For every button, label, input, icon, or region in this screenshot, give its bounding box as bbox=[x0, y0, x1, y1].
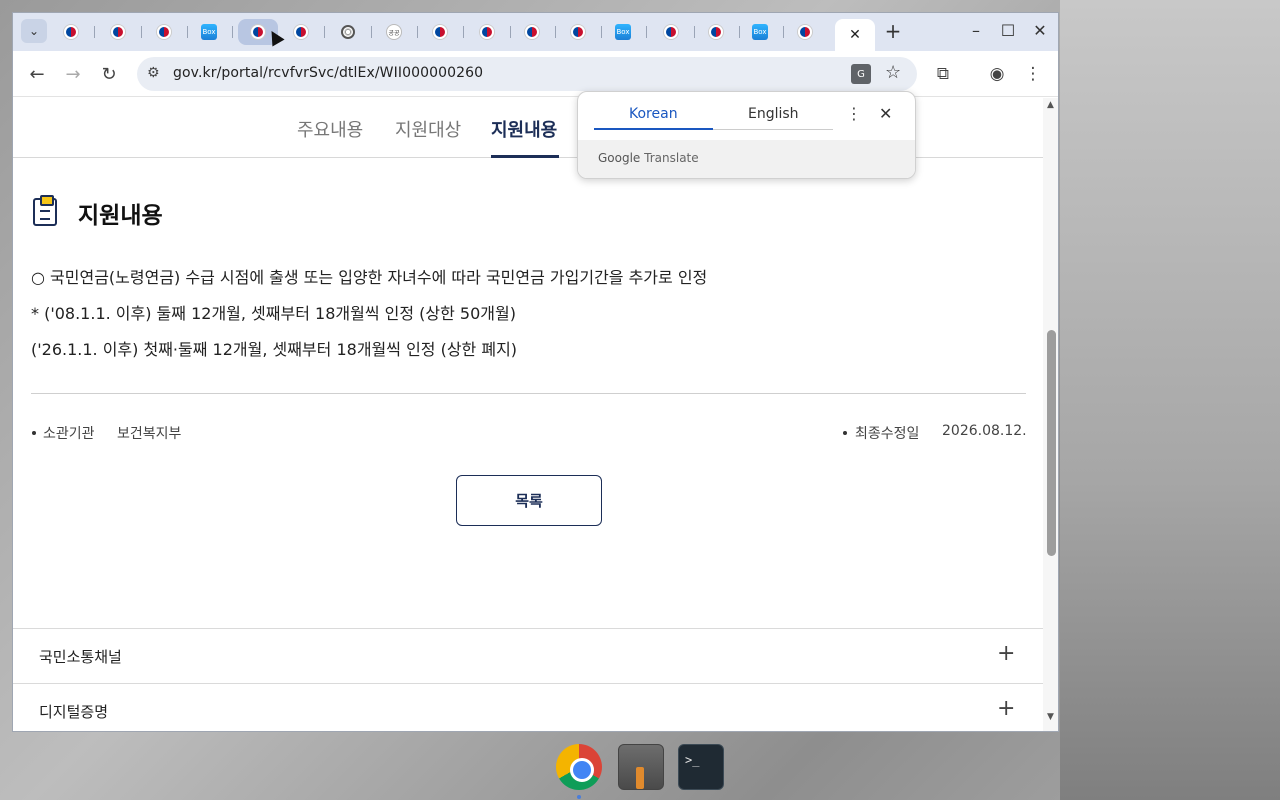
round-favicon-icon: 공공 bbox=[386, 24, 402, 40]
maximize-button[interactable]: ☐ bbox=[999, 21, 1017, 41]
browser-tab[interactable] bbox=[144, 19, 188, 45]
scroll-down-icon[interactable]: ▼ bbox=[1047, 712, 1054, 722]
desktop-background bbox=[1060, 0, 1280, 800]
menu-icon[interactable]: ⋮ bbox=[1021, 62, 1045, 86]
browser-tab[interactable] bbox=[785, 19, 825, 45]
gov-favicon-icon bbox=[525, 25, 539, 39]
footer-label: 디지털증명 bbox=[39, 703, 109, 721]
gov-favicon-icon bbox=[571, 25, 585, 39]
bookmark-star-icon[interactable]: ☆ bbox=[885, 62, 901, 83]
chevron-down-icon: ⌄ bbox=[28, 24, 40, 38]
browser-tab[interactable]: Box bbox=[189, 19, 233, 45]
gov-favicon-icon bbox=[64, 25, 78, 39]
plus-icon[interactable]: + bbox=[997, 697, 1015, 721]
active-tab-indicator bbox=[491, 155, 559, 158]
plus-icon[interactable]: + bbox=[997, 642, 1015, 666]
more-options-icon[interactable]: ⋮ bbox=[846, 104, 862, 123]
gov-favicon-icon bbox=[480, 25, 494, 39]
google-translate-logo: Google Translate bbox=[598, 151, 699, 165]
vertical-scrollbar[interactable]: ▲ ▼ bbox=[1043, 98, 1058, 731]
url-text[interactable]: gov.kr/portal/rcvfvrSvc/dtlEx/WII0000002… bbox=[173, 65, 483, 81]
page-content: 주요내용 지원대상 지원내용 지원내용 ○ 국민연금(노령연금) 수급 시점에 … bbox=[13, 98, 1043, 731]
globe-favicon-icon bbox=[341, 25, 355, 39]
blue-square-favicon-icon: Box bbox=[201, 24, 217, 40]
content-line: ○ 국민연금(노령연금) 수급 시점에 출생 또는 입양한 자녀수에 따라 국민… bbox=[31, 268, 708, 287]
tools-taskbar-icon[interactable] bbox=[618, 744, 664, 790]
footer-label: 국민소통채널 bbox=[39, 648, 122, 666]
browser-tab[interactable] bbox=[328, 19, 372, 45]
browser-tab[interactable]: 공공 bbox=[374, 19, 418, 45]
scroll-thumb[interactable] bbox=[1047, 330, 1056, 556]
browser-tab[interactable]: Box bbox=[603, 19, 647, 45]
browser-tab[interactable] bbox=[651, 19, 695, 45]
clipboard-icon bbox=[33, 195, 57, 226]
new-tab-button[interactable]: + bbox=[883, 21, 903, 41]
reload-button[interactable]: ↻ bbox=[97, 62, 121, 86]
browser-tab[interactable] bbox=[558, 19, 602, 45]
gov-favicon-icon bbox=[251, 25, 265, 39]
gov-favicon-icon bbox=[664, 25, 678, 39]
gov-favicon-icon bbox=[709, 25, 723, 39]
footer-accordion-item[interactable]: 디지털증명 + bbox=[13, 683, 1043, 731]
browser-tab[interactable] bbox=[98, 19, 142, 45]
translate-footer: Google Translate bbox=[578, 140, 915, 178]
browser-tab[interactable] bbox=[420, 19, 464, 45]
translate-icon[interactable]: G bbox=[851, 64, 871, 84]
forward-button[interactable]: → bbox=[61, 62, 85, 86]
list-button[interactable]: 목록 bbox=[456, 475, 602, 526]
browser-tab-active[interactable]: ✕ bbox=[835, 19, 875, 51]
address-bar[interactable]: ⚙ gov.kr/portal/rcvfvrSvc/dtlEx/WII00000… bbox=[137, 57, 917, 91]
extensions-icon[interactable]: ⧉ bbox=[931, 62, 955, 86]
browser-tab[interactable] bbox=[467, 19, 511, 45]
tab-support-details[interactable]: 지원내용 bbox=[491, 116, 557, 142]
close-icon[interactable]: ✕ bbox=[879, 104, 892, 123]
blue-square-favicon-icon: Box bbox=[752, 24, 768, 40]
tab-main-content[interactable]: 주요내용 bbox=[297, 116, 363, 142]
browser-tab[interactable] bbox=[281, 19, 325, 45]
back-button[interactable]: ← bbox=[25, 62, 49, 86]
reload-icon: ↻ bbox=[101, 63, 117, 85]
gov-favicon-icon bbox=[157, 25, 171, 39]
close-window-button[interactable]: ✕ bbox=[1031, 21, 1049, 41]
divider bbox=[31, 393, 1026, 394]
source-language-tab[interactable]: Korean bbox=[629, 106, 678, 122]
language-underline bbox=[713, 129, 833, 130]
footer-accordion-item[interactable]: 국민소통채널 + bbox=[13, 628, 1043, 683]
minimize-button[interactable]: – bbox=[967, 21, 985, 41]
updated-label: 최종수정일 bbox=[855, 426, 920, 442]
gov-favicon-icon bbox=[433, 25, 447, 39]
browser-tab[interactable] bbox=[51, 19, 95, 45]
gov-favicon-icon bbox=[798, 25, 812, 39]
tab-strip: ⌄ Box 공공 Box Box ✕ + – ☐ ✕ bbox=[13, 13, 1058, 51]
chrome-taskbar-icon[interactable] bbox=[556, 744, 602, 790]
running-indicator bbox=[577, 795, 581, 799]
tab-search-button[interactable]: ⌄ bbox=[21, 19, 47, 43]
browser-tab[interactable]: Box bbox=[740, 19, 784, 45]
arrow-left-icon: ← bbox=[29, 63, 45, 85]
target-language-tab[interactable]: English bbox=[748, 106, 799, 122]
updated-value: 2026.08.12. bbox=[942, 423, 1027, 439]
gov-favicon-icon bbox=[294, 25, 308, 39]
close-tab-icon[interactable]: ✕ bbox=[849, 27, 861, 43]
terminal-taskbar-icon[interactable]: >_ bbox=[678, 744, 724, 790]
section-title: 지원내용 bbox=[78, 203, 163, 229]
content-line: * ('08.1.1. 이후) 둘째 12개월, 셋째부터 18개월씩 인정 (… bbox=[31, 304, 516, 323]
scroll-up-icon[interactable]: ▲ bbox=[1047, 100, 1054, 110]
arrow-right-icon: → bbox=[65, 63, 81, 85]
gov-favicon-icon bbox=[111, 25, 125, 39]
bullet-icon bbox=[32, 431, 36, 435]
site-info-icon[interactable]: ⚙ bbox=[147, 65, 160, 81]
tab-eligibility[interactable]: 지원대상 bbox=[395, 116, 461, 142]
browser-tab[interactable] bbox=[512, 19, 556, 45]
agency-label: 소관기관 bbox=[43, 426, 95, 442]
browser-tab[interactable] bbox=[696, 19, 740, 45]
agency-value: 보건복지부 bbox=[117, 426, 182, 442]
profile-icon[interactable]: ◉ bbox=[985, 62, 1009, 86]
active-language-indicator bbox=[594, 128, 713, 130]
blue-square-favicon-icon: Box bbox=[615, 24, 631, 40]
bullet-icon bbox=[843, 431, 847, 435]
translate-popup: Korean English ⋮ ✕ Google Translate bbox=[577, 91, 916, 179]
content-line: ('26.1.1. 이후) 첫째·둘째 12개월, 셋째부터 18개월씩 인정 … bbox=[31, 340, 518, 359]
